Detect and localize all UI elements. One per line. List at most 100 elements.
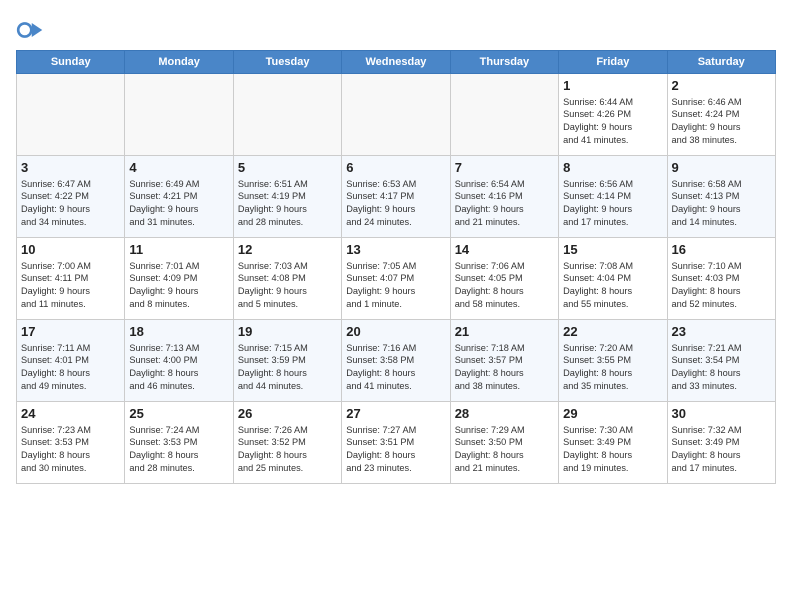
calendar-header-tuesday: Tuesday [233, 51, 341, 74]
day-number: 5 [238, 159, 337, 177]
calendar: SundayMondayTuesdayWednesdayThursdayFrid… [16, 50, 776, 484]
day-info: Sunrise: 6:54 AMSunset: 4:16 PMDaylight:… [455, 178, 554, 229]
day-number: 19 [238, 323, 337, 341]
day-number: 12 [238, 241, 337, 259]
logo-icon [16, 16, 44, 44]
day-info: Sunrise: 6:49 AMSunset: 4:21 PMDaylight:… [129, 178, 228, 229]
calendar-cell [342, 74, 450, 156]
day-info: Sunrise: 6:56 AMSunset: 4:14 PMDaylight:… [563, 178, 662, 229]
calendar-cell: 2Sunrise: 6:46 AMSunset: 4:24 PMDaylight… [667, 74, 775, 156]
calendar-cell: 16Sunrise: 7:10 AMSunset: 4:03 PMDayligh… [667, 238, 775, 320]
day-info: Sunrise: 7:16 AMSunset: 3:58 PMDaylight:… [346, 342, 445, 393]
day-info: Sunrise: 7:00 AMSunset: 4:11 PMDaylight:… [21, 260, 120, 311]
day-number: 13 [346, 241, 445, 259]
day-number: 21 [455, 323, 554, 341]
calendar-cell: 26Sunrise: 7:26 AMSunset: 3:52 PMDayligh… [233, 402, 341, 484]
day-number: 4 [129, 159, 228, 177]
calendar-cell [233, 74, 341, 156]
day-number: 17 [21, 323, 120, 341]
page: SundayMondayTuesdayWednesdayThursdayFrid… [0, 0, 792, 492]
day-info: Sunrise: 7:30 AMSunset: 3:49 PMDaylight:… [563, 424, 662, 475]
calendar-cell: 17Sunrise: 7:11 AMSunset: 4:01 PMDayligh… [17, 320, 125, 402]
calendar-cell: 10Sunrise: 7:00 AMSunset: 4:11 PMDayligh… [17, 238, 125, 320]
day-info: Sunrise: 6:44 AMSunset: 4:26 PMDaylight:… [563, 96, 662, 147]
day-number: 10 [21, 241, 120, 259]
calendar-cell: 5Sunrise: 6:51 AMSunset: 4:19 PMDaylight… [233, 156, 341, 238]
calendar-header-thursday: Thursday [450, 51, 558, 74]
day-info: Sunrise: 7:03 AMSunset: 4:08 PMDaylight:… [238, 260, 337, 311]
calendar-header-saturday: Saturday [667, 51, 775, 74]
day-info: Sunrise: 6:47 AMSunset: 4:22 PMDaylight:… [21, 178, 120, 229]
calendar-cell: 19Sunrise: 7:15 AMSunset: 3:59 PMDayligh… [233, 320, 341, 402]
calendar-week-3: 10Sunrise: 7:00 AMSunset: 4:11 PMDayligh… [17, 238, 776, 320]
day-number: 22 [563, 323, 662, 341]
day-number: 23 [672, 323, 771, 341]
calendar-cell: 20Sunrise: 7:16 AMSunset: 3:58 PMDayligh… [342, 320, 450, 402]
day-number: 8 [563, 159, 662, 177]
day-number: 11 [129, 241, 228, 259]
day-info: Sunrise: 7:29 AMSunset: 3:50 PMDaylight:… [455, 424, 554, 475]
day-info: Sunrise: 6:53 AMSunset: 4:17 PMDaylight:… [346, 178, 445, 229]
day-info: Sunrise: 6:46 AMSunset: 4:24 PMDaylight:… [672, 96, 771, 147]
calendar-week-2: 3Sunrise: 6:47 AMSunset: 4:22 PMDaylight… [17, 156, 776, 238]
day-number: 20 [346, 323, 445, 341]
day-number: 15 [563, 241, 662, 259]
day-number: 6 [346, 159, 445, 177]
calendar-cell: 4Sunrise: 6:49 AMSunset: 4:21 PMDaylight… [125, 156, 233, 238]
day-number: 26 [238, 405, 337, 423]
calendar-header-friday: Friday [559, 51, 667, 74]
day-number: 2 [672, 77, 771, 95]
day-info: Sunrise: 7:11 AMSunset: 4:01 PMDaylight:… [21, 342, 120, 393]
day-number: 7 [455, 159, 554, 177]
calendar-header-sunday: Sunday [17, 51, 125, 74]
day-number: 30 [672, 405, 771, 423]
calendar-cell: 21Sunrise: 7:18 AMSunset: 3:57 PMDayligh… [450, 320, 558, 402]
day-info: Sunrise: 7:10 AMSunset: 4:03 PMDaylight:… [672, 260, 771, 311]
day-info: Sunrise: 7:23 AMSunset: 3:53 PMDaylight:… [21, 424, 120, 475]
calendar-cell [125, 74, 233, 156]
calendar-cell: 12Sunrise: 7:03 AMSunset: 4:08 PMDayligh… [233, 238, 341, 320]
calendar-cell: 13Sunrise: 7:05 AMSunset: 4:07 PMDayligh… [342, 238, 450, 320]
day-info: Sunrise: 7:13 AMSunset: 4:00 PMDaylight:… [129, 342, 228, 393]
calendar-cell: 8Sunrise: 6:56 AMSunset: 4:14 PMDaylight… [559, 156, 667, 238]
calendar-cell: 29Sunrise: 7:30 AMSunset: 3:49 PMDayligh… [559, 402, 667, 484]
calendar-cell: 18Sunrise: 7:13 AMSunset: 4:00 PMDayligh… [125, 320, 233, 402]
calendar-cell: 25Sunrise: 7:24 AMSunset: 3:53 PMDayligh… [125, 402, 233, 484]
calendar-cell [17, 74, 125, 156]
calendar-cell: 23Sunrise: 7:21 AMSunset: 3:54 PMDayligh… [667, 320, 775, 402]
calendar-cell: 9Sunrise: 6:58 AMSunset: 4:13 PMDaylight… [667, 156, 775, 238]
day-number: 9 [672, 159, 771, 177]
calendar-cell: 22Sunrise: 7:20 AMSunset: 3:55 PMDayligh… [559, 320, 667, 402]
calendar-cell [450, 74, 558, 156]
calendar-cell: 24Sunrise: 7:23 AMSunset: 3:53 PMDayligh… [17, 402, 125, 484]
day-number: 14 [455, 241, 554, 259]
day-info: Sunrise: 7:27 AMSunset: 3:51 PMDaylight:… [346, 424, 445, 475]
calendar-cell: 27Sunrise: 7:27 AMSunset: 3:51 PMDayligh… [342, 402, 450, 484]
day-info: Sunrise: 7:06 AMSunset: 4:05 PMDaylight:… [455, 260, 554, 311]
day-number: 1 [563, 77, 662, 95]
day-info: Sunrise: 7:20 AMSunset: 3:55 PMDaylight:… [563, 342, 662, 393]
calendar-cell: 1Sunrise: 6:44 AMSunset: 4:26 PMDaylight… [559, 74, 667, 156]
calendar-cell: 6Sunrise: 6:53 AMSunset: 4:17 PMDaylight… [342, 156, 450, 238]
day-info: Sunrise: 7:08 AMSunset: 4:04 PMDaylight:… [563, 260, 662, 311]
calendar-week-4: 17Sunrise: 7:11 AMSunset: 4:01 PMDayligh… [17, 320, 776, 402]
day-info: Sunrise: 7:32 AMSunset: 3:49 PMDaylight:… [672, 424, 771, 475]
calendar-week-1: 1Sunrise: 6:44 AMSunset: 4:26 PMDaylight… [17, 74, 776, 156]
day-number: 18 [129, 323, 228, 341]
calendar-cell: 30Sunrise: 7:32 AMSunset: 3:49 PMDayligh… [667, 402, 775, 484]
calendar-cell: 7Sunrise: 6:54 AMSunset: 4:16 PMDaylight… [450, 156, 558, 238]
day-info: Sunrise: 7:18 AMSunset: 3:57 PMDaylight:… [455, 342, 554, 393]
calendar-cell: 14Sunrise: 7:06 AMSunset: 4:05 PMDayligh… [450, 238, 558, 320]
day-info: Sunrise: 7:01 AMSunset: 4:09 PMDaylight:… [129, 260, 228, 311]
day-number: 16 [672, 241, 771, 259]
day-number: 3 [21, 159, 120, 177]
day-info: Sunrise: 6:51 AMSunset: 4:19 PMDaylight:… [238, 178, 337, 229]
logo [16, 16, 48, 44]
calendar-cell: 3Sunrise: 6:47 AMSunset: 4:22 PMDaylight… [17, 156, 125, 238]
day-info: Sunrise: 7:24 AMSunset: 3:53 PMDaylight:… [129, 424, 228, 475]
day-number: 24 [21, 405, 120, 423]
day-info: Sunrise: 7:21 AMSunset: 3:54 PMDaylight:… [672, 342, 771, 393]
calendar-week-5: 24Sunrise: 7:23 AMSunset: 3:53 PMDayligh… [17, 402, 776, 484]
calendar-header-wednesday: Wednesday [342, 51, 450, 74]
day-number: 25 [129, 405, 228, 423]
